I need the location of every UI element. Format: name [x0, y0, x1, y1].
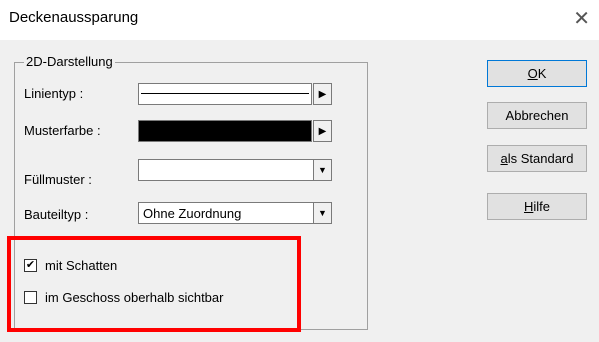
- als-standard-button[interactable]: a ls Standard: [487, 145, 587, 172]
- ok-button[interactable]: OK: [487, 60, 587, 87]
- arrow-right-icon: ▶: [318, 88, 327, 100]
- abbrechen-button[interactable]: Abbrechen: [487, 102, 587, 129]
- hilfe-mnemonic: H: [523, 199, 534, 214]
- fuellmuster-label: Füllmuster :: [24, 172, 92, 187]
- bauteiltyp-value: Ohne Zuordnung: [143, 206, 242, 221]
- window-title: Deckenaussparung: [9, 9, 139, 26]
- highlight-rectangle: [7, 236, 301, 332]
- group-legend: 2D-Darstellung: [24, 54, 115, 69]
- bauteiltyp-dropdown[interactable]: Ohne Zuordnung ▼: [138, 202, 332, 224]
- linientyp-label: Linientyp :: [24, 86, 84, 101]
- line-preview: [141, 93, 309, 94]
- musterfarbe-color-swatch[interactable]: [138, 120, 312, 142]
- bauteiltyp-label: Bauteiltyp :: [24, 207, 89, 222]
- ok-label-rest: K: [537, 66, 547, 81]
- ok-mnemonic: O: [527, 66, 538, 81]
- musterfarbe-label: Musterfarbe :: [24, 123, 101, 138]
- abbrechen-label: Abbrechen: [505, 108, 569, 123]
- dropdown-arrow-icon[interactable]: ▼: [313, 160, 331, 180]
- linientyp-select-button[interactable]: ▶: [313, 83, 332, 105]
- hilfe-button[interactable]: Hilfe: [487, 193, 587, 220]
- standard-mnemonic: a: [500, 151, 508, 166]
- dropdown-arrow-icon[interactable]: ▼: [313, 203, 331, 223]
- close-icon[interactable]: ✕: [573, 6, 590, 31]
- fuellmuster-dropdown[interactable]: ▼: [138, 159, 332, 181]
- arrow-right-icon: ▶: [318, 125, 327, 137]
- musterfarbe-select-button[interactable]: ▶: [313, 120, 332, 142]
- standard-label-rest: ls Standard: [507, 151, 574, 166]
- title-bar: Deckenaussparung ✕: [0, 0, 599, 40]
- hilfe-label-rest: ilfe: [533, 199, 550, 214]
- linientyp-field[interactable]: [138, 83, 312, 105]
